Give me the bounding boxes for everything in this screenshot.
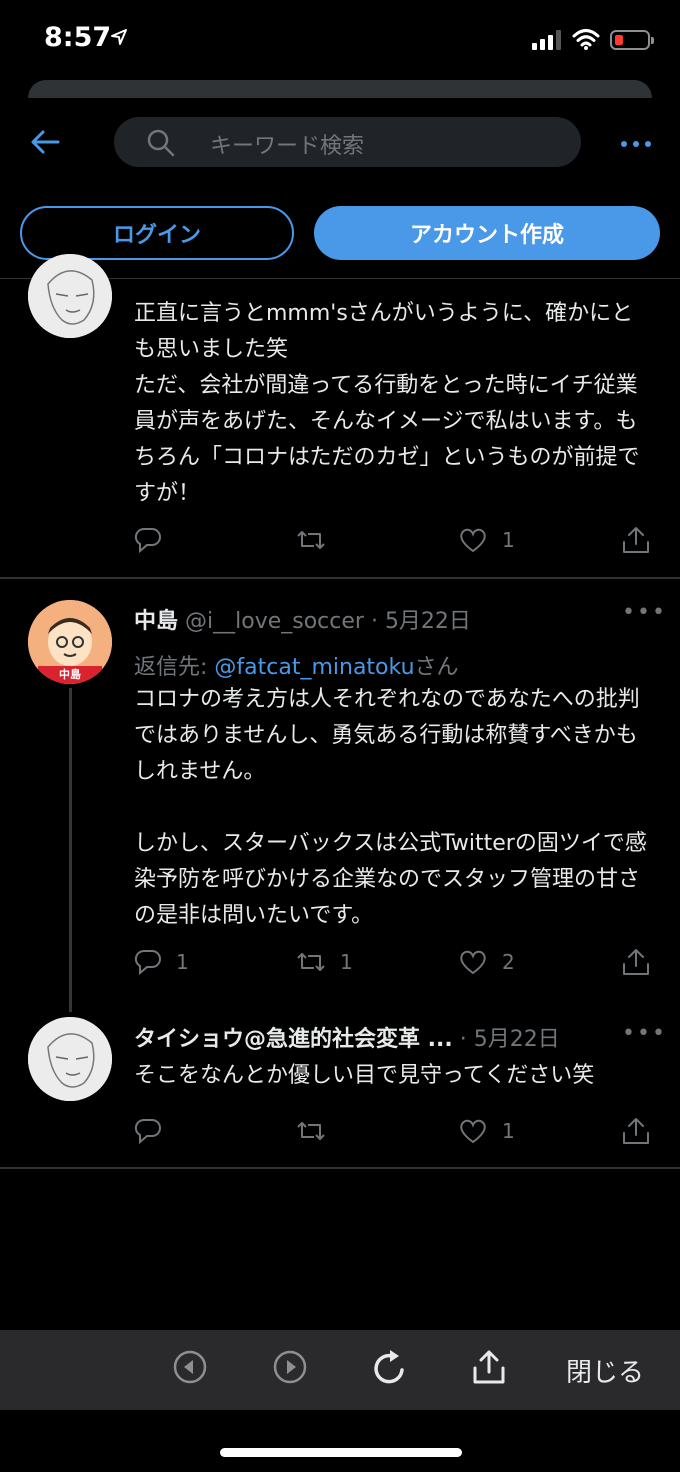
tweet-date[interactable]: · 5月22日 [460,1027,560,1052]
reply-context: 返信先: @fatcat_minatokuさん [134,655,459,680]
like-button[interactable]: 2 [458,948,515,976]
author-name[interactable]: 中島 [134,609,178,634]
share-icon[interactable] [620,946,652,978]
tweet-actions: 1 1 2 [134,946,654,982]
retweet-button[interactable] [296,1117,340,1145]
close-button[interactable]: 閉じる [566,1352,644,1389]
search-placeholder: キーワード検索 [210,134,365,159]
tweet-divider [0,577,680,579]
heart-icon [460,950,486,975]
like-count: 1 [502,528,515,552]
reply-icon [134,949,161,976]
share-icon[interactable] [620,524,652,556]
author-handle[interactable]: @i__love_soccer [185,609,364,634]
retweet-icon [297,1122,325,1140]
login-button[interactable]: ログイン [20,206,294,260]
heart-icon [460,1119,486,1144]
tweet-header: 中島 @i__love_soccer · 5月22日 [134,603,471,635]
retweet-button[interactable] [296,526,340,554]
reply-button[interactable] [134,526,176,554]
like-button[interactable]: 1 [458,526,515,554]
avatar[interactable] [28,1017,112,1101]
reply-to-link[interactable]: @fatcat_minatoku [214,655,414,680]
avatar-label: 中島 [59,668,81,681]
share-icon[interactable] [470,1348,508,1386]
wifi-icon [572,29,600,50]
avatar[interactable] [28,254,112,338]
search-icon [147,129,175,157]
tweet-divider [0,1167,680,1169]
share-icon[interactable] [620,1115,652,1147]
reply-icon [134,527,161,554]
retweet-count: 1 [340,950,353,974]
back-arrow-icon[interactable] [30,128,60,156]
reply-button[interactable] [134,1117,176,1145]
tweet-text: そこをなんとか優しい目で見守ってください笑 [134,1063,595,1088]
reply-button[interactable]: 1 [134,948,189,976]
like-button[interactable]: 1 [458,1117,515,1145]
reply-icon [134,1118,161,1145]
author-name[interactable]: タイショウ@急進的社会変革 ... [134,1027,453,1052]
cellular-signal-icon [532,30,561,50]
avatar[interactable]: 中島 [28,600,112,684]
tweet-text: コロナの考え方は人それぞれなのであなたへの批判ではありませんし、勇気ある行動は称… [134,687,647,928]
tweet-actions: 1 [134,1115,654,1151]
tweet-text: 正直に言うとmmm'sさんがいうように、確かにとも思いました笑 ただ、会社が間違… [134,301,640,506]
tweet-header: タイショウ@急進的社会変革 ... · 5月22日 [134,1021,560,1053]
tweet-more-icon[interactable]: ••• [622,600,667,625]
sheet-top-edge [28,80,652,98]
heart-icon [460,528,486,553]
retweet-icon [297,531,325,549]
reply-count: 1 [176,950,189,974]
location-arrow-icon [111,29,127,45]
battery-icon [610,30,654,50]
home-indicator [220,1448,462,1457]
tweet-date[interactable]: · 5月22日 [371,609,471,634]
sketch-portrait-icon [28,254,112,338]
browser-forward-icon[interactable] [272,1349,308,1385]
tweet-actions: 1 [134,524,654,560]
thread-line [69,688,72,1012]
more-options-icon[interactable] [620,130,652,158]
reload-icon[interactable] [370,1348,410,1388]
like-count: 1 [502,1119,515,1143]
status-time: 8:57 [44,22,112,53]
retweet-icon [297,953,325,971]
retweet-button[interactable]: 1 [296,948,353,976]
create-account-button[interactable]: アカウント作成 [314,206,660,260]
browser-back-icon[interactable] [172,1349,208,1385]
like-count: 2 [502,950,515,974]
sketch-portrait-icon [28,1017,112,1101]
tweet-more-icon[interactable]: ••• [622,1021,667,1046]
